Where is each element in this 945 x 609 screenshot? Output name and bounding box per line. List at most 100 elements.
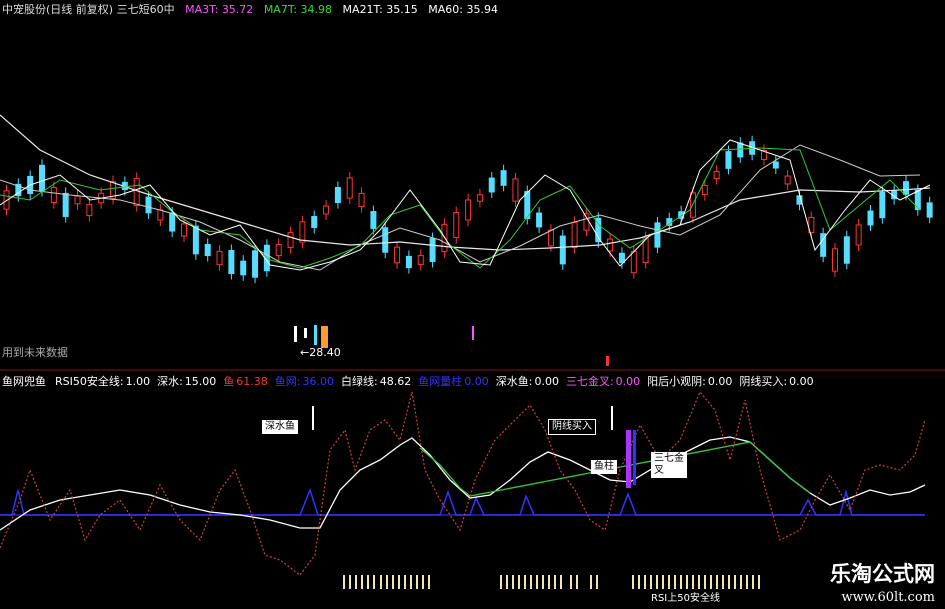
candle-body — [382, 227, 389, 253]
safe-bar — [656, 575, 658, 589]
tag-rsi-safe: RSI上50安全线 — [648, 592, 723, 606]
candle-body — [654, 222, 661, 248]
safe-bar — [398, 575, 400, 589]
chart-canvas[interactable] — [0, 0, 945, 609]
safe-bar — [722, 575, 724, 589]
candle-body — [334, 186, 341, 204]
safe-bar — [416, 575, 418, 589]
safe-bar — [596, 575, 598, 589]
safe-bar — [746, 575, 748, 589]
safe-bar — [349, 575, 351, 589]
safe-bar — [512, 575, 514, 589]
indicator-item: 三七金叉: 0.00 — [565, 375, 641, 388]
candle-body — [311, 216, 318, 228]
safe-bar — [704, 575, 706, 589]
safe-bar — [373, 575, 375, 589]
candle-body — [86, 203, 93, 217]
candle-body — [512, 178, 519, 202]
safe-bar — [716, 575, 718, 589]
candle-body — [583, 213, 590, 231]
candle-body — [145, 196, 152, 214]
indicator-item: 鱼网兜鱼 — [2, 375, 46, 388]
future-data-label: 用到未来数据 — [2, 346, 68, 359]
safe-bar — [367, 575, 369, 589]
safe-bar — [524, 575, 526, 589]
safe-bar — [710, 575, 712, 589]
indicator-item: 鱼网: 36.00 — [274, 375, 335, 388]
watermark-title: 乐淘公式网 — [830, 562, 935, 586]
candle-body — [192, 225, 199, 255]
safe-bar — [548, 575, 550, 589]
ma7-line — [0, 147, 921, 269]
candle-body — [701, 184, 708, 196]
tag-yin-buy: 阴线买入 — [548, 419, 596, 435]
candle-body — [476, 194, 483, 202]
safe-bar — [668, 575, 670, 589]
safe-bar — [570, 575, 572, 589]
candle-body — [394, 246, 401, 264]
candle-body — [547, 229, 554, 247]
candle-body — [50, 186, 57, 204]
rsi-safe-bars — [343, 575, 760, 589]
fish-column-bar-2 — [633, 430, 636, 485]
safe-bar — [576, 575, 578, 589]
tag-deep-fish: 深水鱼 — [262, 420, 298, 434]
candle-body — [926, 202, 933, 218]
candle-body — [157, 209, 164, 221]
safe-bar — [536, 575, 538, 589]
safe-bar — [674, 575, 676, 589]
tag-golden-cross: 三七金叉 — [651, 452, 687, 478]
candle-body — [713, 170, 720, 180]
candle-body — [867, 210, 874, 226]
safe-bar — [343, 575, 345, 589]
safe-bar — [500, 575, 502, 589]
candle-body — [902, 181, 909, 195]
safe-bar — [428, 575, 430, 589]
watermark-url: www.60lt.com — [841, 590, 935, 605]
safe-bar — [392, 575, 394, 589]
candle-body — [453, 212, 460, 238]
safe-bar — [554, 575, 556, 589]
candle-body — [571, 221, 578, 249]
candle-body — [725, 151, 732, 169]
candle-body — [536, 212, 543, 228]
white-green-line — [0, 436, 926, 531]
candlestick-series — [3, 135, 933, 284]
indicator-item: RSI50安全线: 1.00 — [55, 375, 151, 388]
safe-bar — [734, 575, 736, 589]
candle-body — [216, 250, 223, 266]
safe-bar — [380, 575, 382, 589]
safe-bar — [632, 575, 634, 589]
candle-body — [299, 221, 306, 243]
indicator-item: 深水: 15.00 — [157, 375, 217, 388]
safe-bar — [758, 575, 760, 589]
safe-bar — [518, 575, 520, 589]
candle-body — [39, 164, 46, 192]
candle-body — [275, 243, 282, 257]
safe-bar — [590, 575, 592, 589]
candle-body — [607, 238, 614, 252]
safe-bar — [680, 575, 682, 589]
low-marker — [294, 325, 609, 366]
candle-body — [204, 243, 211, 257]
candle-body — [772, 161, 779, 169]
safe-bar — [728, 575, 730, 589]
candle-body — [855, 224, 862, 246]
indicator-item: 深水鱼: 0.00 — [495, 375, 559, 388]
candle-body — [228, 249, 235, 275]
candle-body — [133, 177, 140, 207]
safe-bar — [560, 575, 562, 589]
safe-bar — [650, 575, 652, 589]
safe-bar — [355, 575, 357, 589]
safe-bar — [692, 575, 694, 589]
candle-body — [358, 192, 365, 208]
candle-body — [618, 252, 625, 264]
indicator-item: 鱼网量柱 0.00 — [418, 375, 489, 388]
safe-bar — [686, 575, 688, 589]
safe-bar — [740, 575, 742, 589]
candle-body — [429, 238, 436, 262]
safe-bar — [422, 575, 424, 589]
safe-bar — [542, 575, 544, 589]
candle-body — [287, 232, 294, 248]
ma21-line — [0, 144, 921, 271]
